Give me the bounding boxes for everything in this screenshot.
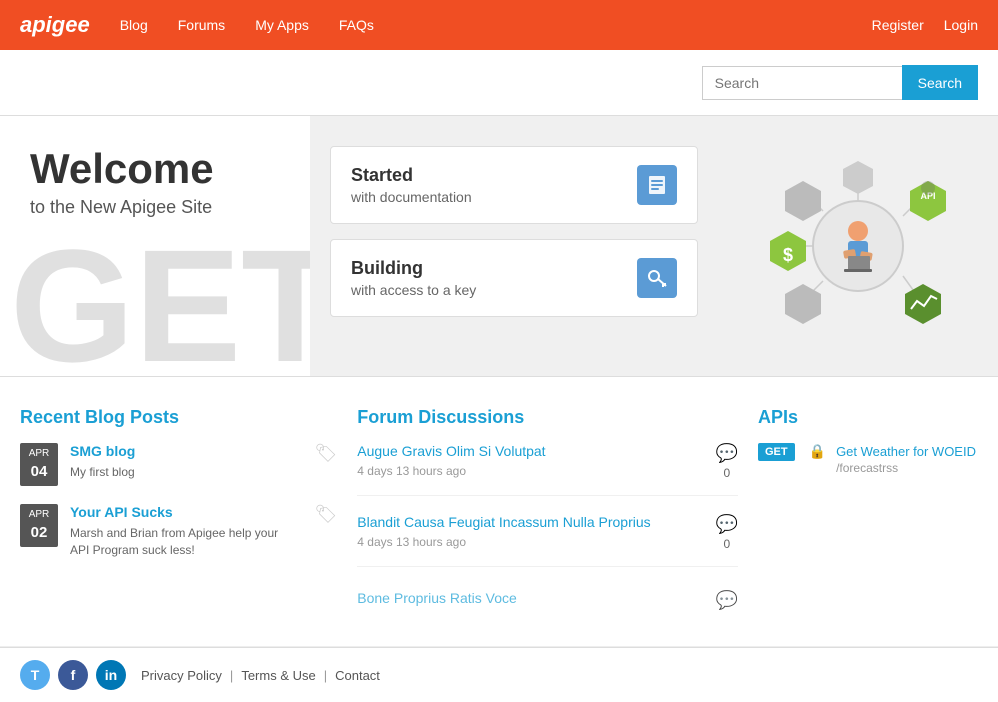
forum-post-2: Blandit Causa Feugiat Incassum Nulla Pro… [357,514,738,567]
auth-links: Register Login [872,17,978,33]
key-icon [637,258,677,298]
tag-icon-1: 🏷 [314,443,337,464]
svg-text:$: $ [783,245,793,265]
blog-post-2-date: Apr 02 [20,504,58,547]
api-item-1-path: /forecastrss [836,461,976,475]
chat-icon-1: 💬 [716,443,738,464]
api-section: APIs GET 🔒 Get Weather for WOEID /foreca… [758,407,978,616]
hero-card-started-text: Started with documentation [351,165,472,205]
logo[interactable]: apigee [20,12,90,38]
search-button[interactable]: Search [902,65,978,100]
blog-post-1-text: SMG blog My first blog [70,443,297,481]
forum-post-1-meta: 4 days 13 hours ago [357,464,705,478]
hero-card-building-title: Building [351,258,476,279]
social-icons: T f in [20,660,126,690]
terms-link[interactable]: Terms & Use [241,668,315,683]
nav-myapps[interactable]: My Apps [255,17,309,33]
hero-card-building[interactable]: Building with access to a key [330,239,698,317]
nav-blog[interactable]: Blog [120,17,148,33]
forum-section: Forum Discussions Augue Gravis Olim Si V… [357,407,738,616]
hero-card-started[interactable]: Started with documentation [330,146,698,224]
footer-links: Privacy Policy | Terms & Use | Contact [141,668,380,683]
privacy-policy-link[interactable]: Privacy Policy [141,668,222,683]
blog-post-1-date: Apr 04 [20,443,58,486]
hero-card-started-desc: with documentation [351,189,472,205]
forum-post-3-partial: Bone Proprius Ratis Voce 💬 [357,585,738,616]
footer-separator-1: | [230,668,233,683]
forum-post-1-text: Augue Gravis Olim Si Volutpat 4 days 13 … [357,443,705,478]
blog-post-1-excerpt: My first blog [70,464,297,481]
contact-link[interactable]: Contact [335,668,380,683]
chat-icon-3: 💬 [716,590,738,611]
get-badge: GET [758,443,795,461]
forum-post-2-title[interactable]: Blandit Causa Feugiat Incassum Nulla Pro… [357,514,650,530]
hero-heading: Welcome [30,146,280,192]
blog-post-1-title[interactable]: SMG blog [70,443,135,459]
search-bar: Search [0,50,998,116]
header: apigee Blog Forums My Apps FAQs Register… [0,0,998,50]
hero-get-text: GET [10,226,310,376]
hero-illustration: API $ [718,116,998,376]
chat-icon-2: 💬 [716,514,738,535]
twitter-button[interactable]: T [20,660,50,690]
hero-cards: Started with documentation Building with… [310,116,718,376]
forum-post-1-stats: 💬 0 [716,443,738,480]
forum-post-2-text: Blandit Causa Feugiat Incassum Nulla Pro… [357,514,705,549]
blog-post-2-excerpt: Marsh and Brian from Apigee help your AP… [70,525,297,559]
blog-heading: Recent Blog Posts [20,407,337,428]
api-item-1-title[interactable]: Get Weather for WOEID [836,444,976,459]
forum-post-3-title[interactable]: Bone Proprius Ratis Voce [357,590,517,606]
api-heading: APIs [758,407,978,428]
hero-left: Welcome to the New Apigee Site GET [0,116,310,376]
lock-icon: 🔒 [809,443,826,460]
forum-post-1-title[interactable]: Augue Gravis Olim Si Volutpat [357,443,545,459]
linkedin-button[interactable]: in [96,660,126,690]
doc-icon [637,165,677,205]
footer-separator-2: | [324,668,327,683]
blog-post-2-text: Your API Sucks Marsh and Brian from Apig… [70,504,297,559]
login-link[interactable]: Login [944,17,978,33]
hero-card-building-desc: with access to a key [351,282,476,298]
hero-card-building-text: Building with access to a key [351,258,476,298]
tag-icon-2: 🏷 [314,504,337,525]
forum-heading: Forum Discussions [357,407,738,428]
forum-post-3-text: Bone Proprius Ratis Voce [357,590,705,611]
forum-post-1: Augue Gravis Olim Si Volutpat 4 days 13 … [357,443,738,496]
blog-post-2: Apr 02 Your API Sucks Marsh and Brian fr… [20,504,337,559]
facebook-button[interactable]: f [58,660,88,690]
forum-post-2-count: 0 [723,537,730,551]
forum-post-3-stats: 💬 [716,590,738,611]
forum-post-2-meta: 4 days 13 hours ago [357,535,705,549]
blog-post-2-title[interactable]: Your API Sucks [70,504,173,520]
content-section: Recent Blog Posts Apr 04 SMG blog My fir… [0,377,998,647]
forum-post-2-stats: 💬 0 [716,514,738,551]
api-item-1: GET 🔒 Get Weather for WOEID /forecastrss [758,443,978,475]
api-item-1-info: Get Weather for WOEID /forecastrss [836,443,976,475]
hero-section: Welcome to the New Apigee Site GET Start… [0,116,998,377]
search-input[interactable] [702,66,902,100]
main-nav: Blog Forums My Apps FAQs [120,17,872,33]
register-link[interactable]: Register [872,17,924,33]
forum-post-1-count: 0 [723,466,730,480]
hero-card-started-title: Started [351,165,472,186]
nav-forums[interactable]: Forums [178,17,225,33]
blog-post-1: Apr 04 SMG blog My first blog 🏷 [20,443,337,486]
blog-section: Recent Blog Posts Apr 04 SMG blog My fir… [20,407,337,616]
nav-faqs[interactable]: FAQs [339,17,374,33]
